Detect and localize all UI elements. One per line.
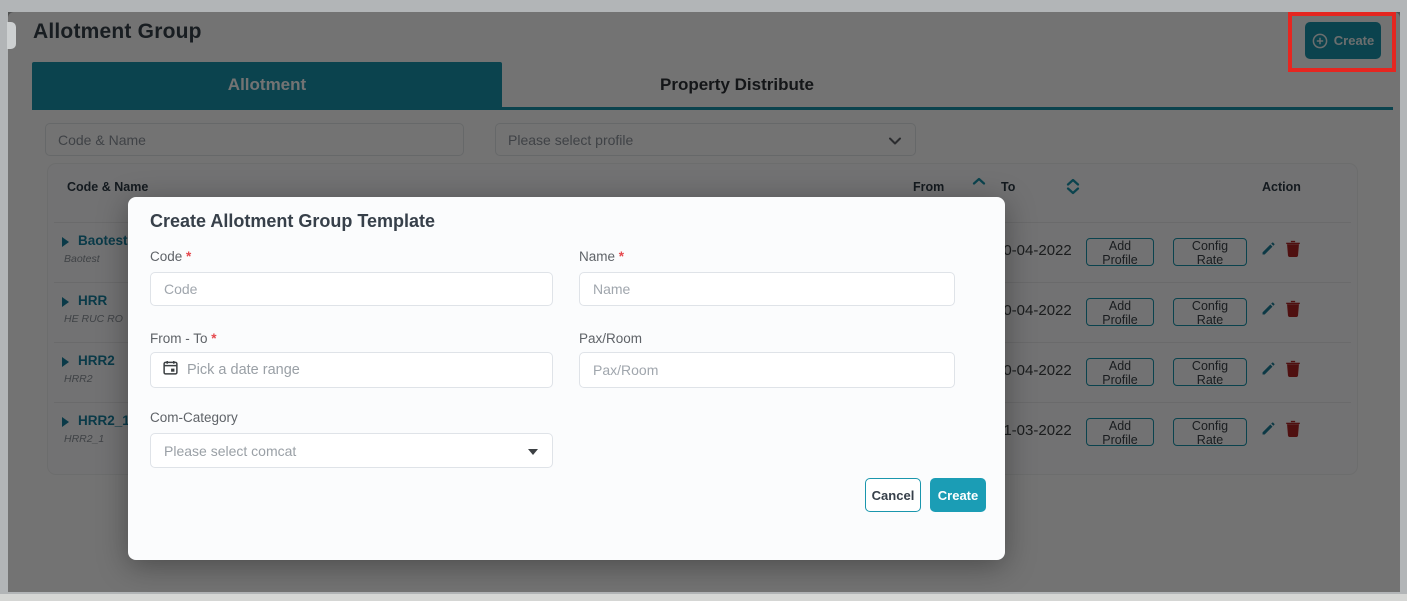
com-category-field-label: Com-Category	[150, 410, 238, 425]
name-field-label: Name *	[579, 249, 624, 264]
create-allotment-modal: Create Allotment Group Template Code * N…	[128, 197, 1005, 560]
modal-create-button[interactable]: Create	[930, 478, 986, 512]
calendar-icon	[163, 360, 178, 380]
code-field-label: Code *	[150, 249, 191, 264]
pax-room-field-label: Pax/Room	[579, 331, 642, 346]
date-range-placeholder: Pick a date range	[187, 362, 300, 378]
required-asterisk: *	[619, 249, 624, 264]
modal-title: Create Allotment Group Template	[150, 211, 435, 232]
cancel-button[interactable]: Cancel	[865, 478, 921, 512]
code-field[interactable]	[150, 272, 553, 306]
name-field[interactable]	[579, 272, 955, 306]
date-range-picker[interactable]: Pick a date range	[150, 352, 553, 388]
pax-room-field[interactable]	[579, 352, 955, 388]
required-asterisk: *	[211, 331, 216, 346]
frame-bottom-strip	[0, 594, 1407, 601]
sidebar-drawer-handle[interactable]	[7, 22, 16, 49]
com-category-placeholder: Please select comcat	[164, 443, 296, 459]
required-asterisk: *	[186, 249, 191, 264]
com-category-select[interactable]: Please select comcat	[150, 433, 553, 468]
dropdown-caret-icon	[528, 449, 538, 455]
from-to-field-label: From - To *	[150, 331, 217, 346]
